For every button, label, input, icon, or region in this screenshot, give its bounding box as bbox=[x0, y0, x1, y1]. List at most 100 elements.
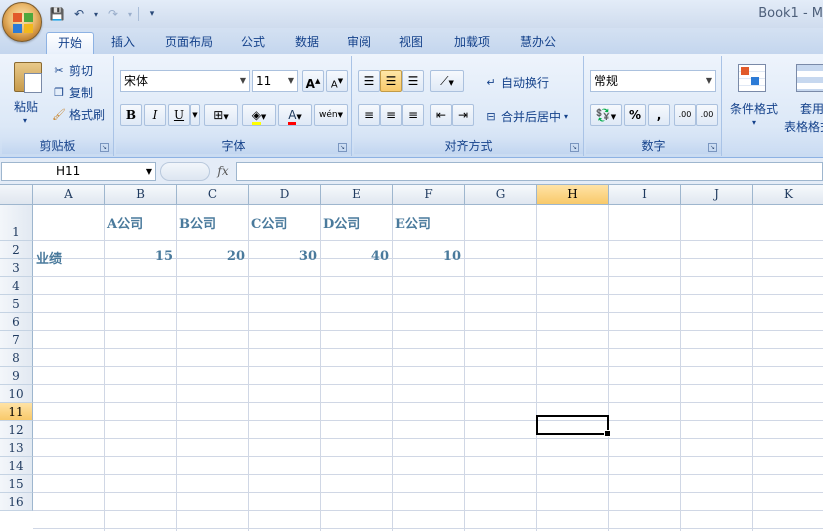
row-header-11[interactable]: 11 bbox=[0, 403, 33, 421]
row-header-3[interactable]: 3 bbox=[0, 259, 33, 277]
align-right-button[interactable]: ≡ bbox=[402, 104, 424, 126]
paste-dropdown-icon[interactable]: ▾ bbox=[23, 116, 27, 125]
cell-c2[interactable]: 20 bbox=[178, 249, 245, 264]
comma-button[interactable]: , bbox=[648, 104, 670, 126]
cell-d2[interactable]: 30 bbox=[250, 249, 317, 264]
font-size-select[interactable]: 11 ▼ bbox=[252, 70, 298, 92]
tab-page-layout[interactable]: 页面布局 bbox=[156, 32, 222, 54]
format-painter-button[interactable]: 🖌 格式刷 bbox=[52, 106, 105, 123]
bold-button[interactable]: B bbox=[120, 104, 142, 126]
cell-c1[interactable]: B公司 bbox=[179, 213, 216, 232]
increase-indent-button[interactable]: ⇥ bbox=[452, 104, 474, 126]
conditional-format-button[interactable]: 条件格式 bbox=[730, 100, 778, 117]
formula-bar-splitter[interactable] bbox=[160, 162, 210, 181]
name-box[interactable]: H11 ▼ bbox=[1, 162, 156, 181]
redo-icon[interactable]: ↷ bbox=[104, 5, 122, 23]
column-header-k[interactable]: K bbox=[753, 185, 823, 205]
phonetic-button[interactable]: wén▼ bbox=[314, 104, 348, 126]
wrap-text-button[interactable]: ↵ 自动换行 bbox=[484, 74, 549, 91]
row-header-4[interactable]: 4 bbox=[0, 277, 33, 295]
select-all-corner[interactable] bbox=[0, 185, 33, 205]
cell-f2[interactable]: 10 bbox=[394, 249, 461, 264]
paste-icon[interactable] bbox=[14, 62, 42, 93]
formula-input[interactable] bbox=[236, 162, 823, 181]
cut-button[interactable]: ✂ 剪切 bbox=[52, 62, 93, 79]
align-top-button[interactable]: ☰ bbox=[358, 70, 380, 92]
decrease-indent-button[interactable]: ⇤ bbox=[430, 104, 452, 126]
row-header-1[interactable]: 1 bbox=[0, 205, 33, 241]
align-left-button[interactable]: ≡ bbox=[358, 104, 380, 126]
cell-a2[interactable]: 业绩 bbox=[36, 248, 62, 267]
column-header-j[interactable]: J bbox=[681, 185, 753, 205]
italic-button[interactable]: I bbox=[144, 104, 166, 126]
row-header-5[interactable]: 5 bbox=[0, 295, 33, 313]
column-header-g[interactable]: G bbox=[465, 185, 537, 205]
align-middle-button[interactable]: ☰ bbox=[380, 70, 402, 92]
tab-review[interactable]: 审阅 bbox=[336, 32, 382, 54]
save-icon[interactable]: 💾 bbox=[48, 5, 66, 23]
clipboard-launcher-icon[interactable]: ↘ bbox=[100, 143, 109, 152]
cell-e2[interactable]: 40 bbox=[322, 249, 389, 264]
cell-b1[interactable]: A公司 bbox=[107, 213, 143, 232]
row-header-14[interactable]: 14 bbox=[0, 457, 33, 475]
underline-button[interactable]: U bbox=[168, 104, 190, 126]
align-center-button[interactable]: ≡ bbox=[380, 104, 402, 126]
row-header-7[interactable]: 7 bbox=[0, 331, 33, 349]
paste-button[interactable]: 粘贴 bbox=[14, 98, 38, 115]
accounting-format-button[interactable]: 💱▼ bbox=[590, 104, 622, 126]
insert-function-button[interactable]: fx bbox=[212, 162, 234, 181]
column-header-a[interactable]: A bbox=[33, 185, 105, 205]
tab-addins[interactable]: 加载项 bbox=[442, 32, 502, 54]
chevron-down-icon[interactable]: ▼ bbox=[146, 163, 152, 180]
worksheet-grid[interactable]: ABCDEFGHIJK 1 2 3 4 5 6 7 8 9 10 11 12 13 14 15 16 A公司 … bbox=[0, 185, 823, 531]
column-header-h[interactable]: H bbox=[537, 185, 609, 205]
row-header-12[interactable]: 12 bbox=[0, 421, 33, 439]
merge-center-button[interactable]: ⊟ 合并后居中 ▾ bbox=[484, 108, 568, 125]
column-header-f[interactable]: F bbox=[393, 185, 465, 205]
font-name-select[interactable]: 宋体 ▼ bbox=[120, 70, 250, 92]
fill-color-button[interactable]: ◈▼ bbox=[242, 104, 276, 126]
tab-view[interactable]: 视图 bbox=[388, 32, 434, 54]
cell-d1[interactable]: C公司 bbox=[251, 213, 287, 232]
undo-icon[interactable]: ↶ bbox=[70, 5, 88, 23]
font-color-button[interactable]: A▼ bbox=[278, 104, 312, 126]
column-header-d[interactable]: D bbox=[249, 185, 321, 205]
number-format-select[interactable]: 常规 ▼ bbox=[590, 70, 716, 92]
format-as-table-button[interactable]: 套用 bbox=[800, 100, 823, 117]
tab-formulas[interactable]: 公式 bbox=[230, 32, 276, 54]
alignment-launcher-icon[interactable]: ↘ bbox=[570, 143, 579, 152]
tab-data[interactable]: 数据 bbox=[284, 32, 330, 54]
shrink-font-button[interactable]: A▼ bbox=[326, 70, 348, 92]
column-header-c[interactable]: C bbox=[177, 185, 249, 205]
percent-button[interactable]: % bbox=[624, 104, 646, 126]
tab-huibangong[interactable]: 慧办公 bbox=[508, 32, 568, 54]
tab-insert[interactable]: 插入 bbox=[100, 32, 146, 54]
row-header-13[interactable]: 13 bbox=[0, 439, 33, 457]
align-bottom-button[interactable]: ☰ bbox=[402, 70, 424, 92]
undo-dropdown-icon[interactable]: ▾ bbox=[92, 5, 100, 23]
redo-dropdown-icon[interactable]: ▾ bbox=[126, 5, 134, 23]
row-header-15[interactable]: 15 bbox=[0, 475, 33, 493]
cell-e1[interactable]: D公司 bbox=[323, 213, 360, 232]
column-header-e[interactable]: E bbox=[321, 185, 393, 205]
grow-font-button[interactable]: A▲ bbox=[302, 70, 324, 92]
font-launcher-icon[interactable]: ↘ bbox=[338, 143, 347, 152]
decrease-decimal-button[interactable]: .00 bbox=[696, 104, 718, 126]
orientation-button[interactable]: ⟋▼ bbox=[430, 70, 464, 92]
conditional-format-icon[interactable] bbox=[738, 64, 766, 92]
office-button[interactable] bbox=[2, 2, 42, 42]
column-header-b[interactable]: B bbox=[105, 185, 177, 205]
row-header-6[interactable]: 6 bbox=[0, 313, 33, 331]
row-header-10[interactable]: 10 bbox=[0, 385, 33, 403]
copy-button[interactable]: ❐ 复制 bbox=[52, 84, 93, 101]
column-header-i[interactable]: I bbox=[609, 185, 681, 205]
row-header-16[interactable]: 16 bbox=[0, 493, 33, 511]
row-header-2[interactable]: 2 bbox=[0, 241, 33, 259]
tab-home[interactable]: 开始 bbox=[46, 32, 94, 54]
cell-b2[interactable]: 15 bbox=[106, 249, 173, 264]
row-header-8[interactable]: 8 bbox=[0, 349, 33, 367]
underline-dropdown-icon[interactable]: ▼ bbox=[190, 104, 200, 126]
selected-cell-h11[interactable] bbox=[536, 415, 611, 437]
table-style-icon[interactable] bbox=[796, 64, 823, 92]
customize-qat-icon[interactable]: ▾ bbox=[143, 5, 161, 23]
